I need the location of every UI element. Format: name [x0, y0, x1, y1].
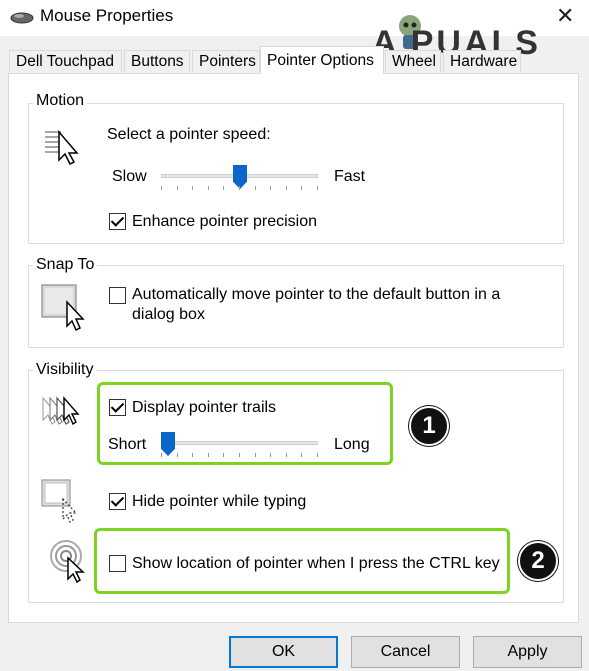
slow-label: Slow: [112, 168, 147, 185]
mouse-icon: [10, 11, 34, 30]
slider-track: [161, 441, 318, 445]
slider-tick: [270, 186, 271, 190]
slider-thumb[interactable]: [161, 432, 175, 456]
short-label: Short: [108, 436, 147, 453]
slider-tick: [239, 186, 240, 190]
snap-to-group-label: Snap To: [33, 256, 98, 274]
snap-to-icon: [41, 284, 89, 337]
tab-wheel[interactable]: Wheel: [385, 50, 441, 72]
hide-pointer-icon: [41, 479, 85, 528]
window-title: Mouse Properties: [40, 6, 174, 25]
close-button[interactable]: ✕: [556, 3, 574, 29]
slider-tick: [223, 186, 224, 190]
pointer-trails-icon: [41, 394, 81, 439]
slider-tick: [286, 453, 287, 457]
pointer-options-panel: Motion Select a pointer speed: Slow Fast…: [8, 73, 579, 623]
slider-tick: [301, 186, 302, 190]
pointer-speed-icon: [43, 126, 83, 171]
tab-pointer-options[interactable]: Pointer Options: [260, 46, 384, 74]
pointer-trails-label: Display pointer trails: [132, 399, 277, 416]
snap-to-checkbox[interactable]: [109, 287, 126, 304]
slider-tick: [177, 453, 178, 457]
tab-hardware[interactable]: Hardware: [443, 50, 521, 72]
tab-dell-touchpad[interactable]: Dell Touchpad: [9, 50, 122, 72]
slider-tick: [223, 453, 224, 457]
cancel-button[interactable]: Cancel: [351, 636, 460, 668]
long-label: Long: [334, 436, 370, 453]
pointer-location-icon: [49, 539, 89, 588]
slider-tick: [255, 186, 256, 190]
speed-prompt: Select a pointer speed:: [107, 126, 271, 143]
motion-group-label: Motion: [33, 92, 88, 110]
slider-tick: [317, 453, 318, 457]
tab-pointers[interactable]: Pointers: [192, 50, 260, 72]
hide-pointer-label: Hide pointer while typing: [132, 493, 307, 510]
slider-tick: [192, 186, 193, 190]
snap-to-label-line1: Automatically move pointer to the defaul…: [132, 286, 501, 303]
slider-tick: [255, 453, 256, 457]
show-location-label: Show location of pointer when I press th…: [132, 555, 500, 572]
annotation-badge-2: 2: [518, 541, 558, 581]
trail-length-slider[interactable]: [161, 432, 318, 464]
hide-pointer-checkbox[interactable]: [109, 493, 126, 510]
slider-tick: [317, 186, 318, 190]
annotation-badge-1: 1: [409, 406, 449, 446]
fast-label: Fast: [334, 168, 366, 185]
snap-to-group: [28, 265, 564, 348]
apply-button[interactable]: Apply: [473, 636, 582, 668]
slider-tick: [208, 186, 209, 190]
enhance-precision-checkbox[interactable]: [109, 213, 126, 230]
pointer-trails-checkbox[interactable]: [109, 399, 126, 416]
slider-tick: [161, 186, 162, 190]
snap-to-label-line2: dialog box: [132, 306, 205, 323]
visibility-group-label: Visibility: [33, 361, 97, 379]
slider-tick: [270, 453, 271, 457]
show-location-checkbox[interactable]: [109, 555, 126, 572]
pointer-speed-slider[interactable]: [161, 165, 318, 197]
tab-buttons[interactable]: Buttons: [124, 50, 190, 72]
slider-tick: [177, 186, 178, 190]
slider-tick: [161, 453, 162, 457]
slider-tick: [192, 453, 193, 457]
slider-tick: [239, 453, 240, 457]
slider-tick: [301, 453, 302, 457]
slider-thumb[interactable]: [233, 165, 247, 189]
ok-button[interactable]: OK: [229, 636, 338, 668]
slider-tick: [208, 453, 209, 457]
slider-tick: [286, 186, 287, 190]
enhance-precision-label: Enhance pointer precision: [132, 213, 318, 230]
